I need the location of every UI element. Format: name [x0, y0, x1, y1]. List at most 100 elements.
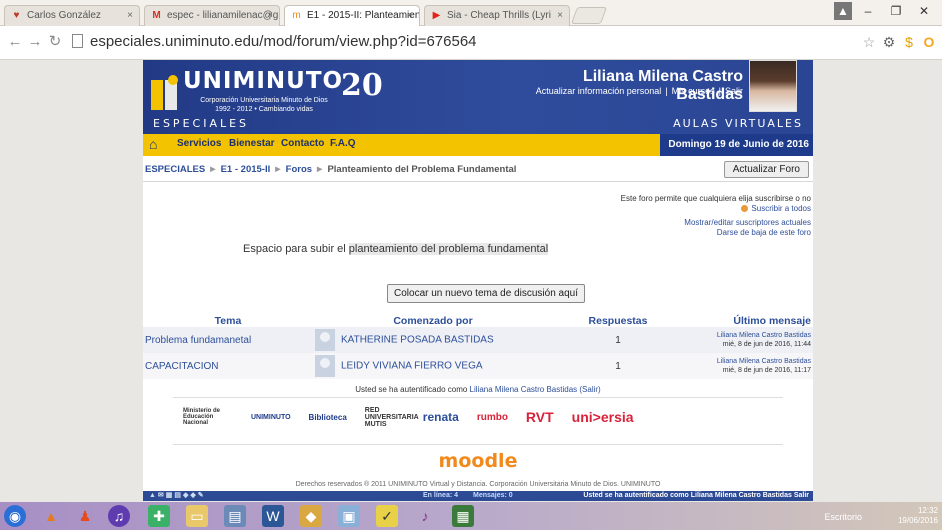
extension-icon[interactable]: ⚙	[880, 33, 898, 51]
author-link[interactable]: LEIDY VIVIANA FIERRO VEGA	[341, 361, 483, 372]
partner-logo[interactable]: Ministerio de Educación Nacional	[183, 408, 233, 426]
browser-toolbar: ← → ↻ especiales.uniminuto.edu/mod/forum…	[0, 26, 942, 60]
column-header-topic: Tema	[214, 314, 242, 327]
last-post-author[interactable]: Liliana Milena Castro Bastidas	[685, 357, 811, 366]
intro-text: Espacio para subir el	[243, 243, 349, 255]
avatar[interactable]	[315, 329, 335, 351]
nav-item-servicios[interactable]: Servicios	[177, 138, 221, 149]
app-icon[interactable]: ▦	[452, 505, 474, 527]
breadcrumb-item[interactable]: E1 - 2015-II	[221, 164, 271, 175]
restore-icon[interactable]: ❐	[884, 2, 908, 20]
vlc-icon[interactable]: ▲	[40, 505, 62, 527]
author-cell: KATHERINE POSADA BASTIDAS	[313, 327, 553, 353]
partner-logo[interactable]: RED UNIVERSITARIA MUTIS	[365, 407, 419, 428]
extension-icon[interactable]: O	[920, 33, 938, 51]
address-bar[interactable]: especiales.uniminuto.edu/mod/forum/view.…	[70, 31, 848, 53]
breadcrumb-current: Planteamiento del Problema Fundamental	[327, 164, 517, 175]
update-profile-link[interactable]: Actualizar información personal	[536, 86, 662, 96]
breadcrumb-item[interactable]: Foros	[286, 164, 312, 175]
person-icon[interactable]: ♟	[74, 505, 96, 527]
avatar[interactable]	[315, 355, 335, 377]
last-post-author[interactable]: Liliana Milena Castro Bastidas	[685, 331, 811, 340]
browser-tab[interactable]: ▶ Sia - Cheap Thrills (Lyri ×	[424, 5, 570, 26]
replies-count[interactable]: 1	[553, 327, 683, 353]
nav-item-contacto[interactable]: Contacto	[281, 138, 324, 149]
url-text: especiales.uniminuto.edu/mod/forum/view.…	[90, 33, 477, 50]
forward-icon[interactable]: →	[26, 33, 44, 51]
discussion-table: Tema Comenzado por Respuestas Último men…	[143, 314, 813, 379]
replies-count[interactable]: 1	[553, 353, 683, 379]
partner-logo[interactable]: uni>ersia	[572, 409, 634, 425]
close-window-icon[interactable]: ✕	[912, 2, 936, 20]
subscribe-all-link[interactable]: Suscribir a todos	[751, 204, 811, 213]
app-icon[interactable]: ◆	[300, 505, 322, 527]
show-subscribers-link[interactable]: Mostrar/editar suscriptores actuales	[621, 218, 811, 228]
music-icon[interactable]: ♪	[414, 505, 436, 527]
new-topic-button[interactable]: Colocar un nuevo tema de discusión aquí	[387, 284, 586, 303]
close-tab-icon[interactable]: ×	[407, 10, 413, 21]
browser-tabstrip: ♥ Carlos González × M espec - lilianamil…	[0, 0, 942, 26]
login-user-link[interactable]: Liliana Milena Castro Bastidas	[470, 385, 578, 394]
partner-logo[interactable]: renata	[423, 410, 459, 424]
minimize-icon[interactable]: –	[856, 2, 880, 20]
topic-link[interactable]: CAPACITACION	[143, 353, 313, 379]
online-users[interactable]: En línea: 4	[423, 491, 458, 501]
home-icon[interactable]: ⌂	[149, 137, 163, 151]
browser-tab-active[interactable]: m E1 - 2015-II: Planteamien ×	[284, 5, 420, 26]
close-tab-icon[interactable]: ×	[267, 10, 273, 21]
partner-logo[interactable]: rumbo	[477, 412, 508, 423]
user-profile-icon[interactable]: ▲	[834, 2, 852, 20]
last-post-date[interactable]: mié, 8 de jun de 2016, 11:44	[685, 340, 811, 349]
close-tab-icon[interactable]: ×	[557, 10, 563, 21]
messages-count[interactable]: Mensajes: 0	[473, 491, 513, 501]
brand-sub-line: Corporación Universitaria Minuto de Dios	[200, 97, 328, 104]
word-icon[interactable]: W	[262, 505, 284, 527]
topic-link[interactable]: Problema fundamanetal	[143, 327, 313, 353]
new-tab-button[interactable]	[570, 7, 608, 24]
author-link[interactable]: KATHERINE POSADA BASTIDAS	[341, 335, 494, 346]
partner-logo[interactable]: Biblioteca	[309, 413, 347, 422]
browser-tab[interactable]: ♥ Carlos González ×	[4, 5, 140, 26]
status-auth: Usted se ha autentificado como Liliana M…	[583, 492, 809, 499]
extension-icon[interactable]: $	[900, 33, 918, 51]
app-icon[interactable]: ✚	[148, 505, 170, 527]
login-info: Usted se ha autentificado como Liliana M…	[143, 385, 813, 394]
folder-icon[interactable]: ▭	[186, 505, 208, 527]
toolbar-icons[interactable]: ▲✉▦▤◆◆✎	[149, 491, 206, 501]
brand-name: UNIMINUTO	[183, 68, 344, 94]
clock-time: 12:32	[917, 506, 938, 515]
author-cell: LEIDY VIVIANA FIERRO VEGA	[313, 353, 553, 379]
table-row: CAPACITACION LEIDY VIVIANA FIERRO VEGA 1…	[143, 353, 813, 379]
logout-link[interactable]: Salir	[725, 86, 743, 96]
clock[interactable]: 12:32 19/06/2016	[898, 506, 938, 526]
moodle-icon: m	[292, 10, 301, 21]
intro-highlight: planteamiento del problema fundamental	[348, 243, 549, 255]
browser-tab[interactable]: M espec - lilianamilenac@g ×	[144, 5, 280, 26]
unsubscribe-link[interactable]: Darse de baja de este foro	[621, 228, 811, 238]
forum-intro: Espacio para subir el planteamiento del …	[243, 243, 549, 255]
notes-icon[interactable]: ✓	[376, 505, 398, 527]
partner-logo[interactable]: UNIMINUTO	[251, 414, 291, 421]
current-date: Domingo 19 de Junio de 2016	[660, 134, 813, 156]
nav-item-faq[interactable]: F.A.Q	[330, 138, 356, 149]
bookmark-star-icon[interactable]: ☆	[860, 33, 878, 51]
update-forum-button[interactable]: Actualizar Foro	[723, 161, 809, 178]
itunes-icon[interactable]: ♫	[108, 505, 130, 527]
desktop-label[interactable]: Escritorio	[824, 512, 862, 522]
my-courses-link[interactable]: Mis cursos	[672, 86, 715, 96]
start-icon[interactable]: ◉	[4, 505, 26, 527]
breadcrumb: ESPECIALES ► E1 - 2015-II ► Foros ► Planteamie…	[143, 158, 813, 182]
reload-icon[interactable]: ↻	[46, 33, 64, 51]
partner-logo[interactable]: RVT	[526, 409, 554, 425]
back-icon[interactable]: ←	[6, 33, 24, 51]
logout-link[interactable]: (Salir)	[579, 385, 600, 394]
moodle-logo-text: moodle	[438, 450, 518, 472]
last-post-date[interactable]: mié, 8 de jun de 2016, 11:17	[685, 366, 811, 375]
photos-icon[interactable]: ▣	[338, 505, 360, 527]
close-tab-icon[interactable]: ×	[127, 10, 133, 21]
partner-logos: Ministerio de Educación Nacional UNIMINU…	[183, 400, 783, 434]
app-icon[interactable]: ▤	[224, 505, 246, 527]
nav-item-bienestar[interactable]: Bienestar	[229, 138, 275, 149]
breadcrumb-item[interactable]: ESPECIALES	[145, 164, 205, 175]
moodle-logo[interactable]: moodle	[143, 450, 813, 472]
